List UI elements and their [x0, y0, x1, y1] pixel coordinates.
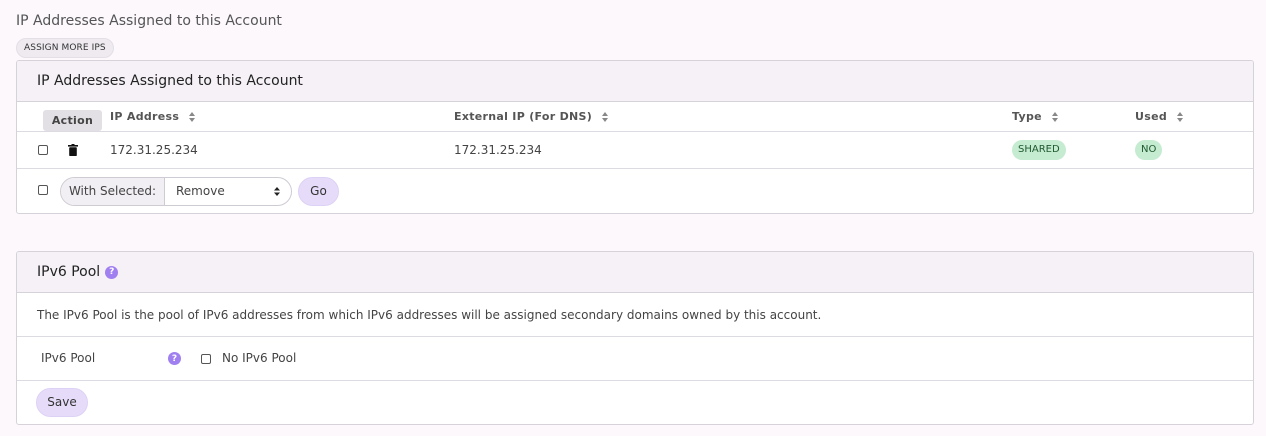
- type-header-label: Type: [1012, 110, 1042, 123]
- trash-icon[interactable]: [68, 144, 78, 156]
- type-column-header[interactable]: Type: [1012, 110, 1060, 123]
- with-selected-group: With Selected: Remove: [60, 177, 292, 206]
- no-ipv6-pool-checkbox[interactable]: [201, 354, 211, 364]
- external-ip-header-label: External IP (For DNS): [454, 110, 593, 123]
- page-title: IP Addresses Assigned to this Account: [16, 13, 282, 29]
- no-ipv6-pool-label[interactable]: No IPv6 Pool: [222, 351, 296, 365]
- assign-more-ips-button[interactable]: ASSIGN MORE IPS: [16, 38, 114, 58]
- ipv6-pool-panel: IPv6 Pool ? The IPv6 Pool is the pool of…: [16, 251, 1254, 425]
- table-header-row: Action IP Address External IP (For DNS) …: [17, 102, 1253, 132]
- ipv6-description: The IPv6 Pool is the pool of IPv6 addres…: [37, 308, 822, 322]
- ip-panel-title: IP Addresses Assigned to this Account: [17, 61, 1253, 102]
- external-ip-column-header[interactable]: External IP (For DNS): [454, 110, 610, 123]
- go-button[interactable]: Go: [298, 177, 339, 206]
- row-select-checkbox[interactable]: [38, 145, 48, 155]
- ipv6-pool-field-row: IPv6 Pool ? No IPv6 Pool: [17, 337, 1253, 381]
- type-badge: SHARED: [1012, 140, 1066, 160]
- help-icon[interactable]: ?: [168, 352, 181, 365]
- help-icon[interactable]: ?: [105, 265, 119, 279]
- chevron-updown-icon: [274, 187, 280, 196]
- ipv6-panel-header: IPv6 Pool ?: [17, 252, 1253, 293]
- action-column-header: Action: [43, 110, 102, 131]
- sort-icon[interactable]: [1052, 111, 1060, 123]
- used-badge: NO: [1135, 140, 1163, 160]
- used-header-label: Used: [1135, 110, 1168, 123]
- ip-address-header-label: IP Address: [110, 110, 180, 123]
- external-ip-cell: 172.31.25.234: [454, 143, 542, 157]
- sort-icon[interactable]: [602, 111, 610, 123]
- with-selected-label: With Selected:: [61, 178, 165, 205]
- save-button[interactable]: Save: [36, 388, 88, 417]
- ipv6-description-row: The IPv6 Pool is the pool of IPv6 addres…: [17, 293, 1253, 337]
- ip-address-cell: 172.31.25.234: [110, 143, 198, 157]
- bulk-action-selected-value: Remove: [176, 184, 225, 198]
- sort-icon[interactable]: [1177, 111, 1185, 123]
- used-column-header[interactable]: Used: [1135, 110, 1185, 123]
- select-all-checkbox[interactable]: [38, 185, 48, 195]
- ipv6-pool-field-label: IPv6 Pool: [41, 351, 96, 365]
- ip-addresses-panel: IP Addresses Assigned to this Account Ac…: [16, 60, 1254, 214]
- sort-icon[interactable]: [189, 111, 197, 123]
- ip-address-column-header[interactable]: IP Address: [110, 110, 197, 123]
- table-row: 172.31.25.234 172.31.25.234 SHARED NO: [17, 132, 1253, 169]
- ipv6-panel-title: IPv6 Pool: [37, 264, 101, 280]
- bulk-action-select[interactable]: Remove: [165, 178, 291, 205]
